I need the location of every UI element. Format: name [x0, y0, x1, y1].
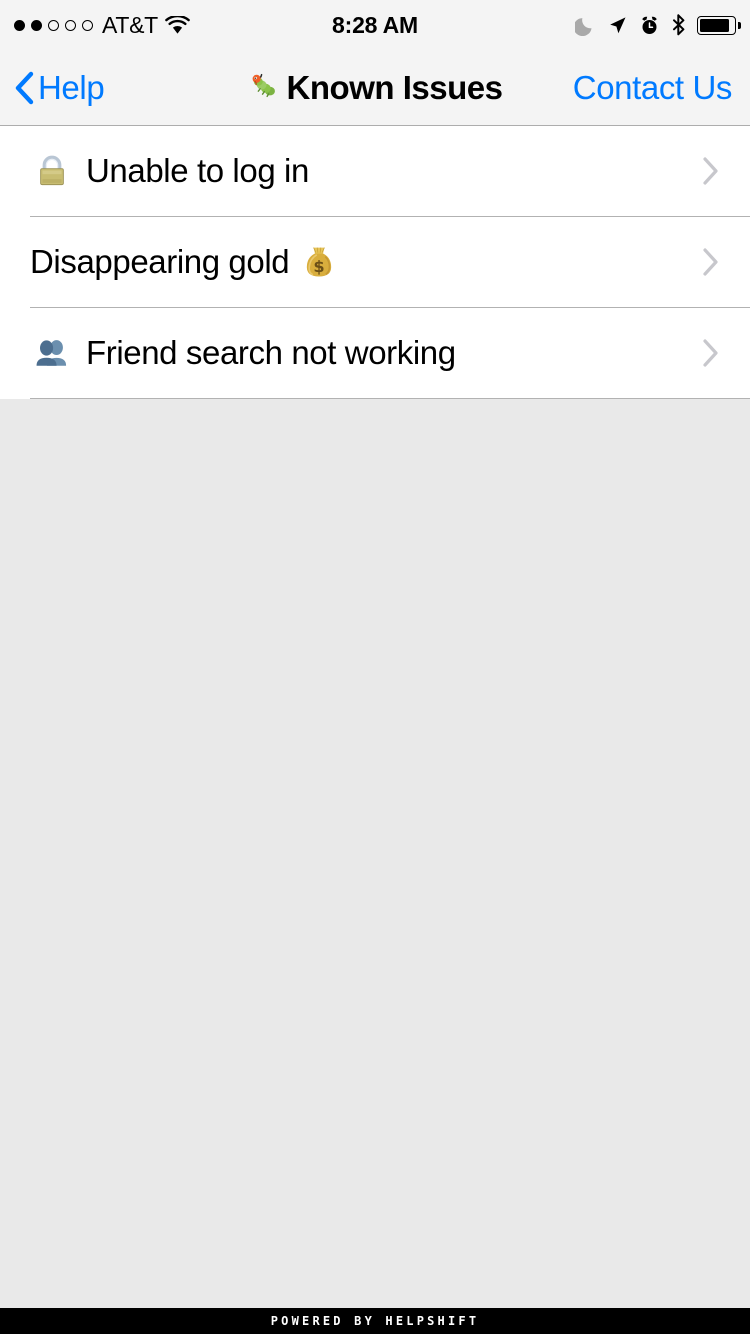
powered-by-footer: POWERED BY HELPSHIFT [0, 1308, 750, 1334]
chevron-left-icon [14, 71, 34, 105]
list-item[interactable]: Disappearing gold $ [0, 217, 750, 307]
chevron-right-icon [702, 338, 720, 368]
alarm-clock-icon [639, 15, 660, 36]
known-issues-list: Unable to log in Disappearing gold $ Fri… [0, 126, 750, 399]
signal-dot-1 [14, 19, 25, 31]
back-button[interactable]: Help [0, 68, 105, 107]
list-item[interactable]: Friend search not working [0, 308, 750, 398]
list-item-label: Friend search not working [86, 334, 456, 371]
battery-cap [738, 21, 741, 29]
list-item-label: Disappearing gold [30, 243, 290, 280]
lock-emoji [30, 149, 74, 193]
empty-content-area [0, 399, 750, 1308]
chevron-right-icon [702, 247, 720, 277]
signal-dot-4 [65, 19, 76, 31]
page-title-text: Known Issues [286, 68, 503, 106]
navigation-bar: Help Known Issues Contact Us [0, 50, 750, 126]
svg-text:$: $ [314, 257, 325, 276]
battery-fill [700, 18, 729, 32]
list-item[interactable]: Unable to log in [0, 126, 750, 216]
signal-dot-2 [31, 19, 42, 31]
location-arrow-icon [607, 15, 628, 36]
status-bar-right [573, 14, 741, 36]
back-button-label: Help [38, 68, 105, 106]
bug-emoji [248, 70, 278, 106]
status-bar: AT&T 8:28 AM [0, 0, 750, 50]
signal-strength-indicator [14, 19, 93, 31]
signal-dot-5 [82, 19, 93, 31]
money-bag-emoji: $ [299, 242, 339, 282]
battery-full-icon [697, 15, 741, 35]
status-bar-left: AT&T [14, 12, 190, 39]
do-not-disturb-moon-icon [573, 15, 596, 36]
chevron-right-icon [702, 156, 720, 186]
app-screen: AT&T 8:28 AM Help Known Issues Contact U… [0, 0, 750, 1334]
busts-in-silhouette-emoji [30, 331, 74, 375]
wifi-icon [165, 14, 190, 35]
signal-dot-3 [48, 19, 59, 31]
carrier-label: AT&T [102, 11, 158, 38]
contact-us-button[interactable]: Contact Us [573, 69, 750, 107]
bluetooth-icon [671, 14, 686, 36]
list-item-label: Unable to log in [86, 152, 309, 189]
